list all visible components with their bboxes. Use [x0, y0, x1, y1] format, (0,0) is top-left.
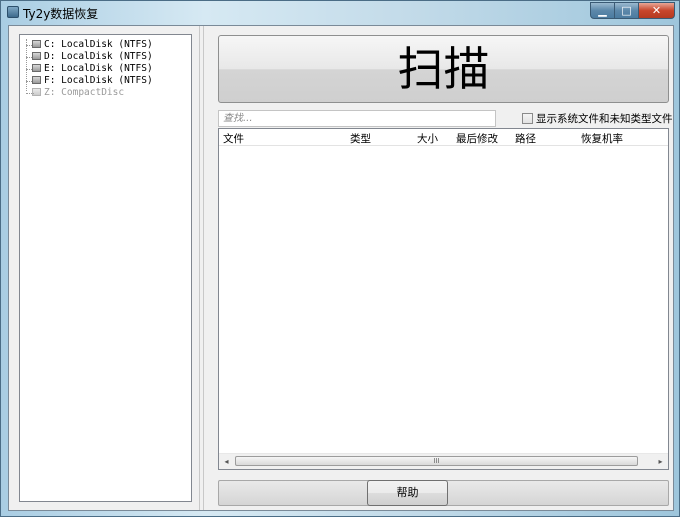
show-system-files-checkbox[interactable] — [522, 113, 533, 124]
column-header-path[interactable]: 路径 — [515, 131, 536, 146]
tree-item-label: D: LocalDisk (NTFS) — [44, 51, 153, 62]
tree-item-label: F: LocalDisk (NTFS) — [44, 75, 153, 86]
cd-drive-icon — [32, 88, 41, 96]
window-title: Ty2y数据恢复 — [23, 7, 99, 21]
tree-item-label: Z: CompactDisc — [44, 87, 125, 98]
drive-tree[interactable]: C: LocalDisk (NTFS) D: LocalDisk (NTFS) … — [19, 34, 192, 502]
search-input[interactable]: 查找... — [218, 110, 496, 127]
scrollbar-thumb[interactable]: III — [235, 456, 638, 466]
app-icon — [7, 6, 19, 18]
column-header-recovery-chance[interactable]: 恢复机率 — [581, 131, 623, 146]
tree-connector — [26, 39, 27, 91]
app-window: Ty2y数据恢复 ▁ □ ✕ C: LocalDisk (NTFS) D: Lo… — [0, 0, 680, 517]
scroll-left-icon[interactable]: ◂ — [219, 454, 234, 469]
file-list-header: 文件 类型 大小 最后修改 路径 恢复机率 — [219, 129, 668, 146]
hard-drive-icon — [32, 52, 41, 60]
scan-button-label: 扫描 — [397, 42, 490, 96]
help-button[interactable]: 帮助 — [367, 480, 448, 506]
tree-item-label: C: LocalDisk (NTFS) — [44, 39, 153, 50]
scan-button[interactable]: 扫描 — [218, 35, 669, 103]
tree-item-drive-f[interactable]: F: LocalDisk (NTFS) — [32, 75, 153, 87]
horizontal-scrollbar[interactable]: ◂ III ▸ — [219, 453, 668, 469]
column-header-modified[interactable]: 最后修改 — [456, 131, 498, 146]
hard-drive-icon — [32, 64, 41, 72]
client-area: C: LocalDisk (NTFS) D: LocalDisk (NTFS) … — [8, 25, 674, 511]
scroll-right-icon[interactable]: ▸ — [653, 454, 668, 469]
title-bar[interactable]: Ty2y数据恢复 ▁ □ ✕ — [1, 1, 680, 23]
tree-item-drive-z[interactable]: Z: CompactDisc — [32, 87, 124, 99]
file-list[interactable]: 文件 类型 大小 最后修改 路径 恢复机率 ◂ III ▸ — [218, 128, 669, 470]
column-header-size[interactable]: 大小 — [417, 131, 438, 146]
tree-item-label: E: LocalDisk (NTFS) — [44, 63, 153, 74]
hard-drive-icon — [32, 40, 41, 48]
tree-item-drive-d[interactable]: D: LocalDisk (NTFS) — [32, 51, 153, 63]
close-button[interactable]: ✕ — [638, 2, 675, 19]
show-system-files-label[interactable]: 显示系统文件和未知类型文件 — [536, 111, 673, 126]
column-header-file[interactable]: 文件 — [223, 131, 244, 146]
tree-item-drive-c[interactable]: C: LocalDisk (NTFS) — [32, 39, 153, 51]
column-header-type[interactable]: 类型 — [350, 131, 371, 146]
minimize-button[interactable]: ▁ — [590, 2, 615, 19]
hard-drive-icon — [32, 76, 41, 84]
panel-splitter[interactable] — [199, 26, 204, 510]
maximize-button[interactable]: □ — [614, 2, 639, 19]
tree-item-drive-e[interactable]: E: LocalDisk (NTFS) — [32, 63, 153, 75]
